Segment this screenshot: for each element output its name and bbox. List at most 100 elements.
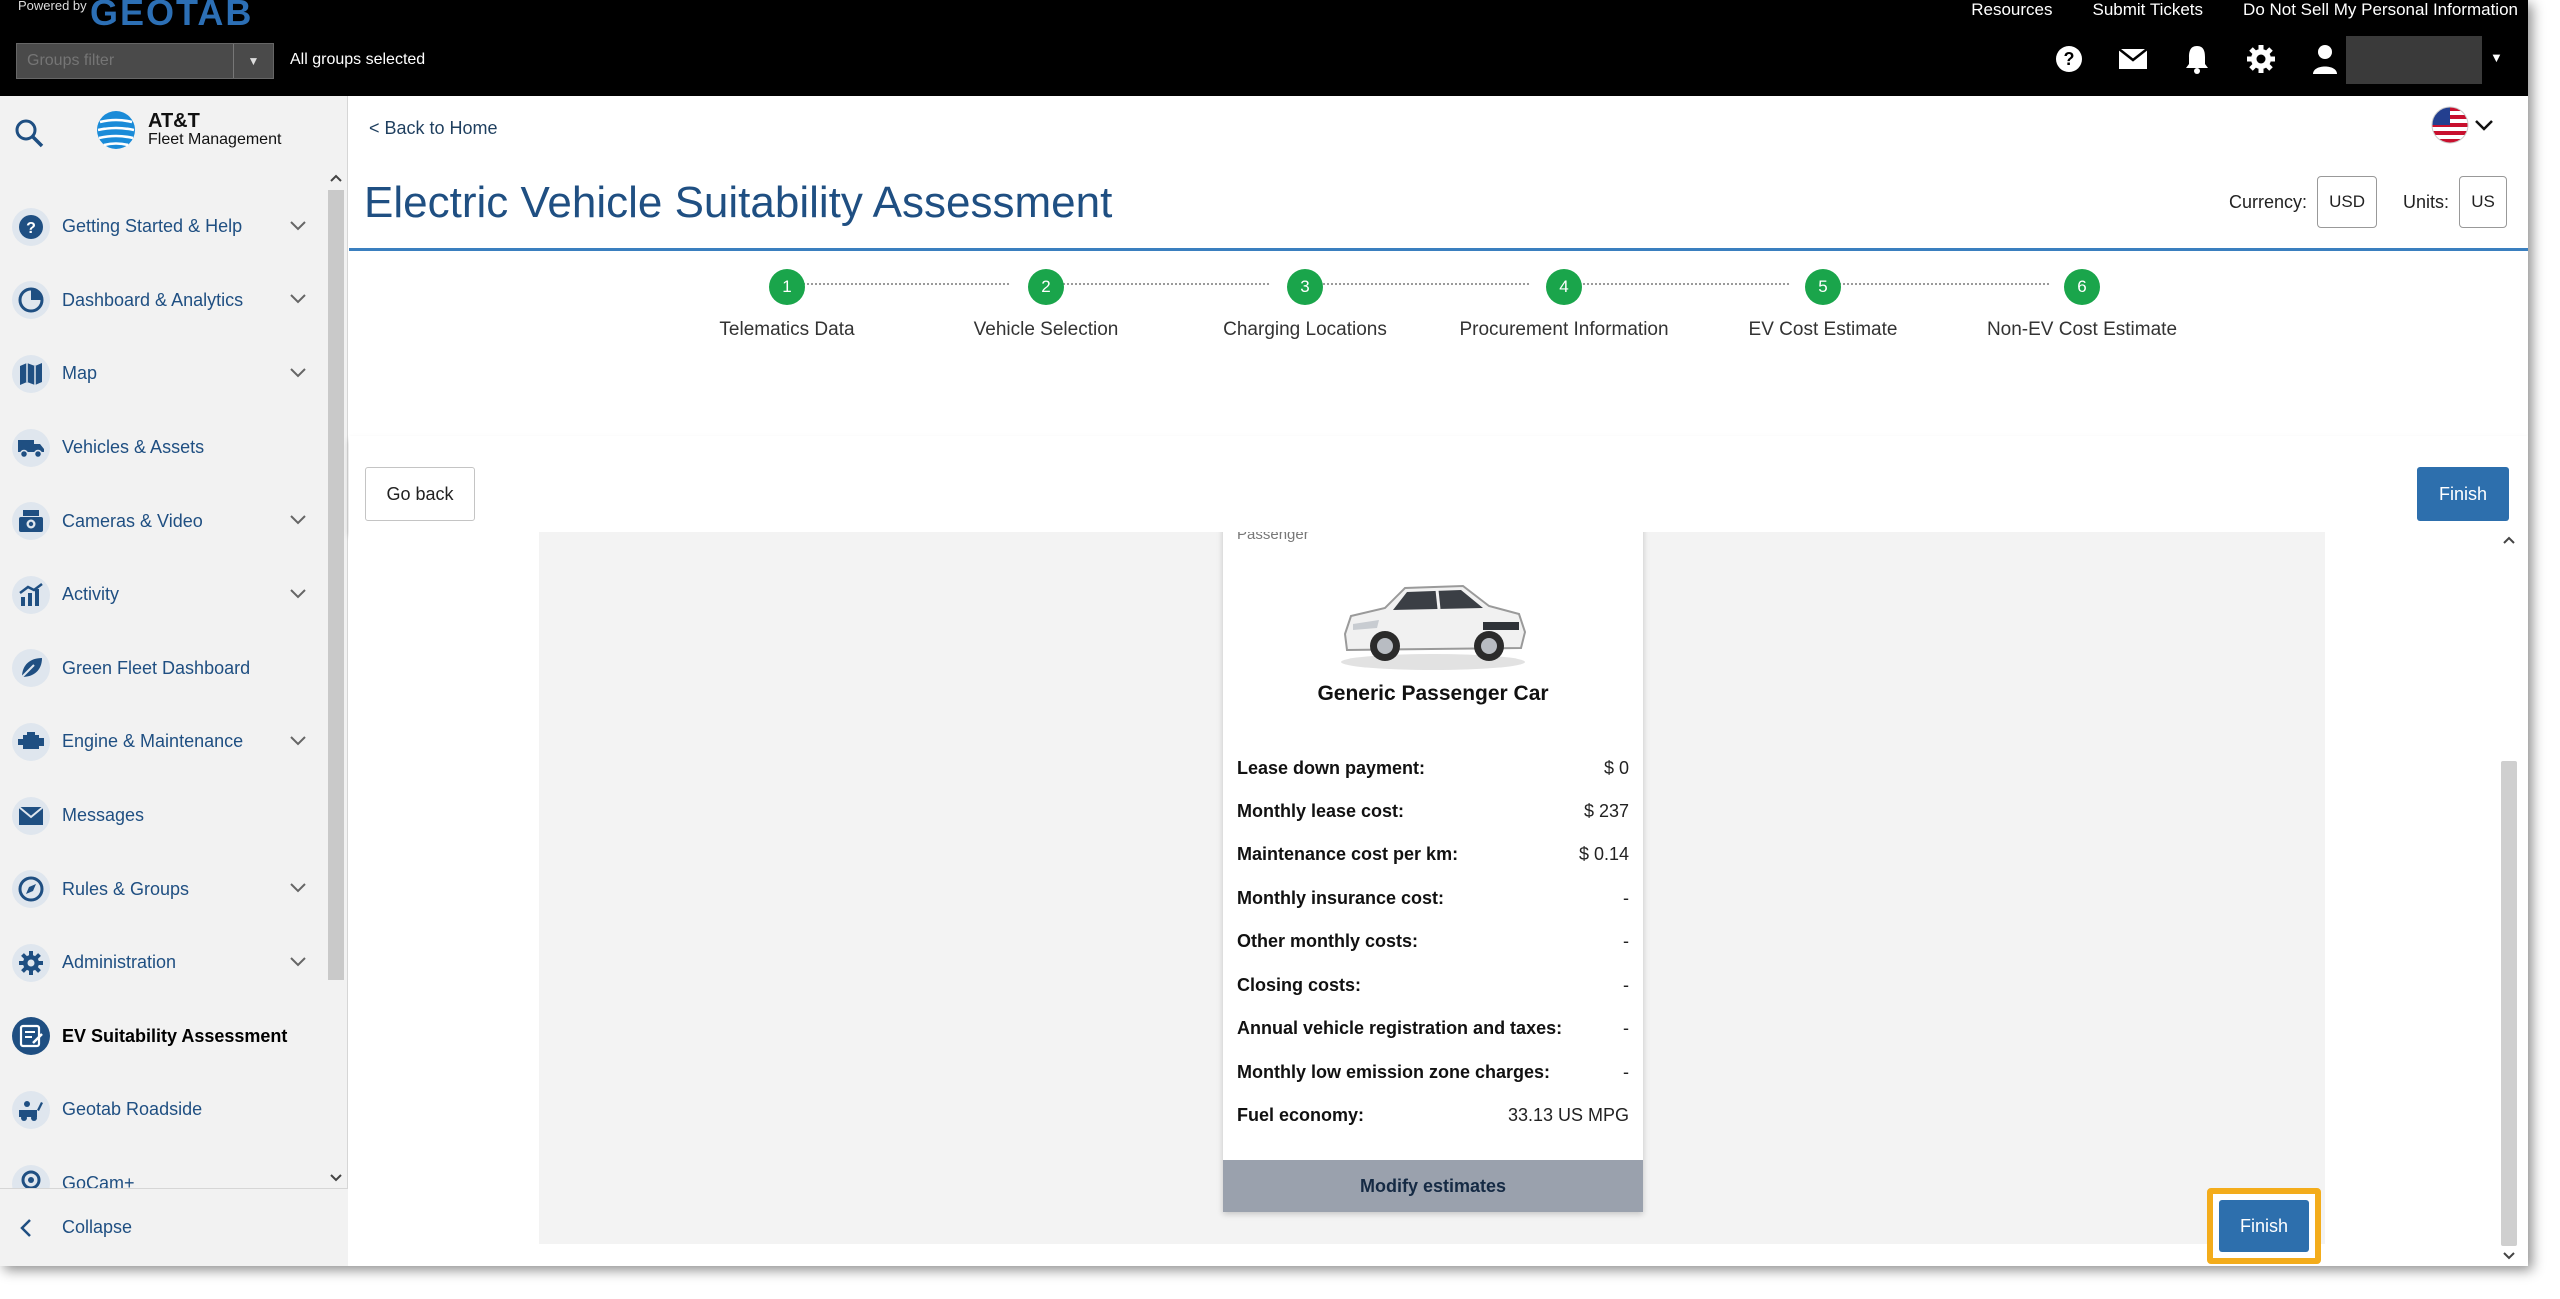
nav-vehicles-assets[interactable]: Vehicles & Assets: [0, 411, 326, 485]
step-vehicle-selection[interactable]: 2 Vehicle Selection: [926, 269, 1166, 341]
scroll-up-arrow-icon[interactable]: [330, 174, 342, 182]
sidebar-scroll-thumb[interactable]: [328, 190, 344, 980]
user-icon[interactable]: [2308, 42, 2342, 76]
step-label: Charging Locations: [1223, 319, 1387, 340]
collapse-button[interactable]: Collapse: [0, 1188, 348, 1266]
scroll-down-arrow-icon[interactable]: [2503, 1252, 2515, 1260]
step-ev-cost-estimate[interactable]: 5 EV Cost Estimate: [1703, 269, 1943, 341]
groups-filter-input[interactable]: [17, 44, 231, 78]
spec-value: -: [1623, 888, 1629, 908]
main-content: < Back to Home Electric Vehicle Suitabil…: [349, 96, 2528, 1266]
step-number: 3: [1287, 269, 1323, 305]
nav-label: Engine & Maintenance: [62, 731, 244, 752]
nav-map[interactable]: Map: [0, 337, 326, 411]
spec-label: Closing costs:: [1237, 975, 1362, 995]
step-telematics-data[interactable]: 1 Telematics Data: [667, 269, 907, 341]
spec-label: Annual vehicle registration and taxes:: [1237, 1018, 1563, 1038]
scroll-content: Passenger Generic Passenger Car Lease do…: [349, 532, 2528, 1266]
roadside-icon: [12, 1090, 50, 1129]
user-name-redacted[interactable]: [2346, 36, 2482, 84]
submit-tickets-link[interactable]: Submit Tickets: [2093, 0, 2204, 20]
chevron-down-icon[interactable]: ▼: [233, 44, 273, 78]
ev-assessment-icon: [12, 1017, 50, 1056]
modify-estimates-button[interactable]: Modify estimates: [1223, 1160, 1643, 1212]
spec-value: $ 0: [1603, 758, 1629, 778]
spec-value: $ 0.14: [1578, 844, 1629, 864]
step-number: 1: [769, 269, 805, 305]
nav-label: Map: [62, 363, 98, 384]
step-charging-locations[interactable]: 3 Charging Locations: [1185, 269, 1425, 341]
mail-icon[interactable]: [2116, 42, 2150, 76]
nav-label: Rules & Groups: [62, 878, 190, 899]
spec-label: Other monthly costs:: [1237, 931, 1419, 951]
nav-engine-maintenance[interactable]: Engine & Maintenance: [0, 705, 326, 779]
bell-icon[interactable]: [2180, 42, 2214, 76]
car-image: [1341, 584, 1527, 670]
nav-label: Messages: [62, 805, 145, 826]
camera-icon: [12, 502, 50, 541]
top-bar: Powered by GEOTAB Resources Submit Ticke…: [0, 0, 2528, 96]
currency-units: Currency: USD Units: US: [2229, 176, 2508, 228]
nav-label: Cameras & Video: [62, 510, 203, 531]
nav-rules-groups[interactable]: Rules & Groups: [0, 852, 326, 926]
collapse-label: Collapse: [62, 1217, 133, 1237]
step-number: 6: [2064, 269, 2100, 305]
nav-ev-suitability[interactable]: EV Suitability Assessment: [0, 1000, 326, 1074]
spec-value: -: [1623, 975, 1629, 995]
settings-gear-icon[interactable]: [2244, 42, 2278, 76]
vehicle-name: Generic Passenger Car: [1317, 682, 1549, 705]
step-label: EV Cost Estimate: [1748, 319, 1898, 340]
logo-subtitle: Fleet Management: [148, 131, 282, 148]
leaf-icon: [12, 649, 50, 688]
step-number: 5: [1805, 269, 1841, 305]
groups-filter[interactable]: ▼: [16, 43, 274, 79]
chevron-down-icon: [290, 954, 306, 972]
help-icon[interactable]: ?: [2052, 42, 2086, 76]
nav-administration[interactable]: Administration: [0, 926, 326, 1000]
units-select[interactable]: US: [2459, 176, 2508, 228]
finish-button-top[interactable]: Finish: [2417, 467, 2509, 521]
back-to-home-link[interactable]: < Back to Home: [369, 118, 498, 139]
finish-button-bottom[interactable]: Finish: [2219, 1200, 2309, 1252]
nav-green-fleet[interactable]: Green Fleet Dashboard: [0, 632, 326, 706]
chevron-down-icon: [2475, 119, 2493, 131]
spec-label: Monthly insurance cost:: [1237, 888, 1445, 908]
user-menu-caret-icon[interactable]: ▼: [2490, 50, 2503, 65]
spec-value: -: [1623, 1018, 1629, 1038]
spec-value: -: [1623, 1062, 1629, 1082]
spec-label: Monthly low emission zone charges:: [1237, 1062, 1551, 1082]
nav-label: Dashboard & Analytics: [62, 289, 244, 310]
map-icon: [12, 354, 50, 393]
step-label: Non-EV Cost Estimate: [1986, 319, 2178, 340]
svg-text:?: ?: [26, 220, 36, 237]
step-non-ev-cost-estimate[interactable]: 6 Non-EV Cost Estimate: [1962, 269, 2202, 341]
step-procurement-information[interactable]: 4 Procurement Information: [1444, 269, 1684, 341]
spec-row: Fuel economy: 33.13 US MPG: [1237, 1105, 1629, 1126]
top-links: Resources Submit Tickets Do Not Sell My …: [1971, 0, 2518, 20]
nav-getting-started[interactable]: ? Getting Started & Help: [0, 190, 326, 264]
att-globe-icon: [97, 111, 135, 149]
go-back-button-top[interactable]: Go back: [365, 467, 475, 521]
nav-activity[interactable]: Activity: [0, 558, 326, 632]
spec-row: Monthly lease cost: $ 237: [1237, 801, 1629, 822]
spec-row: Monthly insurance cost: -: [1237, 888, 1629, 909]
nav-messages[interactable]: Messages: [0, 779, 326, 853]
nav-label: Administration: [62, 952, 177, 973]
nav-label: Geotab Roadside: [62, 1099, 203, 1120]
main-scroll-thumb[interactable]: [2501, 761, 2517, 1246]
engine-icon: [12, 722, 50, 761]
resources-link[interactable]: Resources: [1971, 0, 2052, 20]
search-icon[interactable]: [14, 118, 44, 153]
nav-cameras-video[interactable]: Cameras & Video: [0, 484, 326, 558]
do-not-sell-link[interactable]: Do Not Sell My Personal Information: [2243, 0, 2518, 20]
nav-geotab-roadside[interactable]: Geotab Roadside: [0, 1073, 326, 1147]
pie-chart-icon: [12, 281, 50, 320]
nav-dashboard-analytics[interactable]: Dashboard & Analytics: [0, 264, 326, 338]
currency-select[interactable]: USD: [2317, 176, 2378, 228]
logo-title: AT&T: [148, 110, 200, 132]
geotab-logo: GEOTAB: [90, 0, 254, 33]
scroll-up-arrow-icon[interactable]: [2503, 536, 2515, 544]
scroll-down-arrow-icon[interactable]: [330, 1174, 342, 1182]
language-selector[interactable]: [2431, 106, 2493, 144]
spec-row: Annual vehicle registration and taxes: -: [1237, 1018, 1629, 1039]
